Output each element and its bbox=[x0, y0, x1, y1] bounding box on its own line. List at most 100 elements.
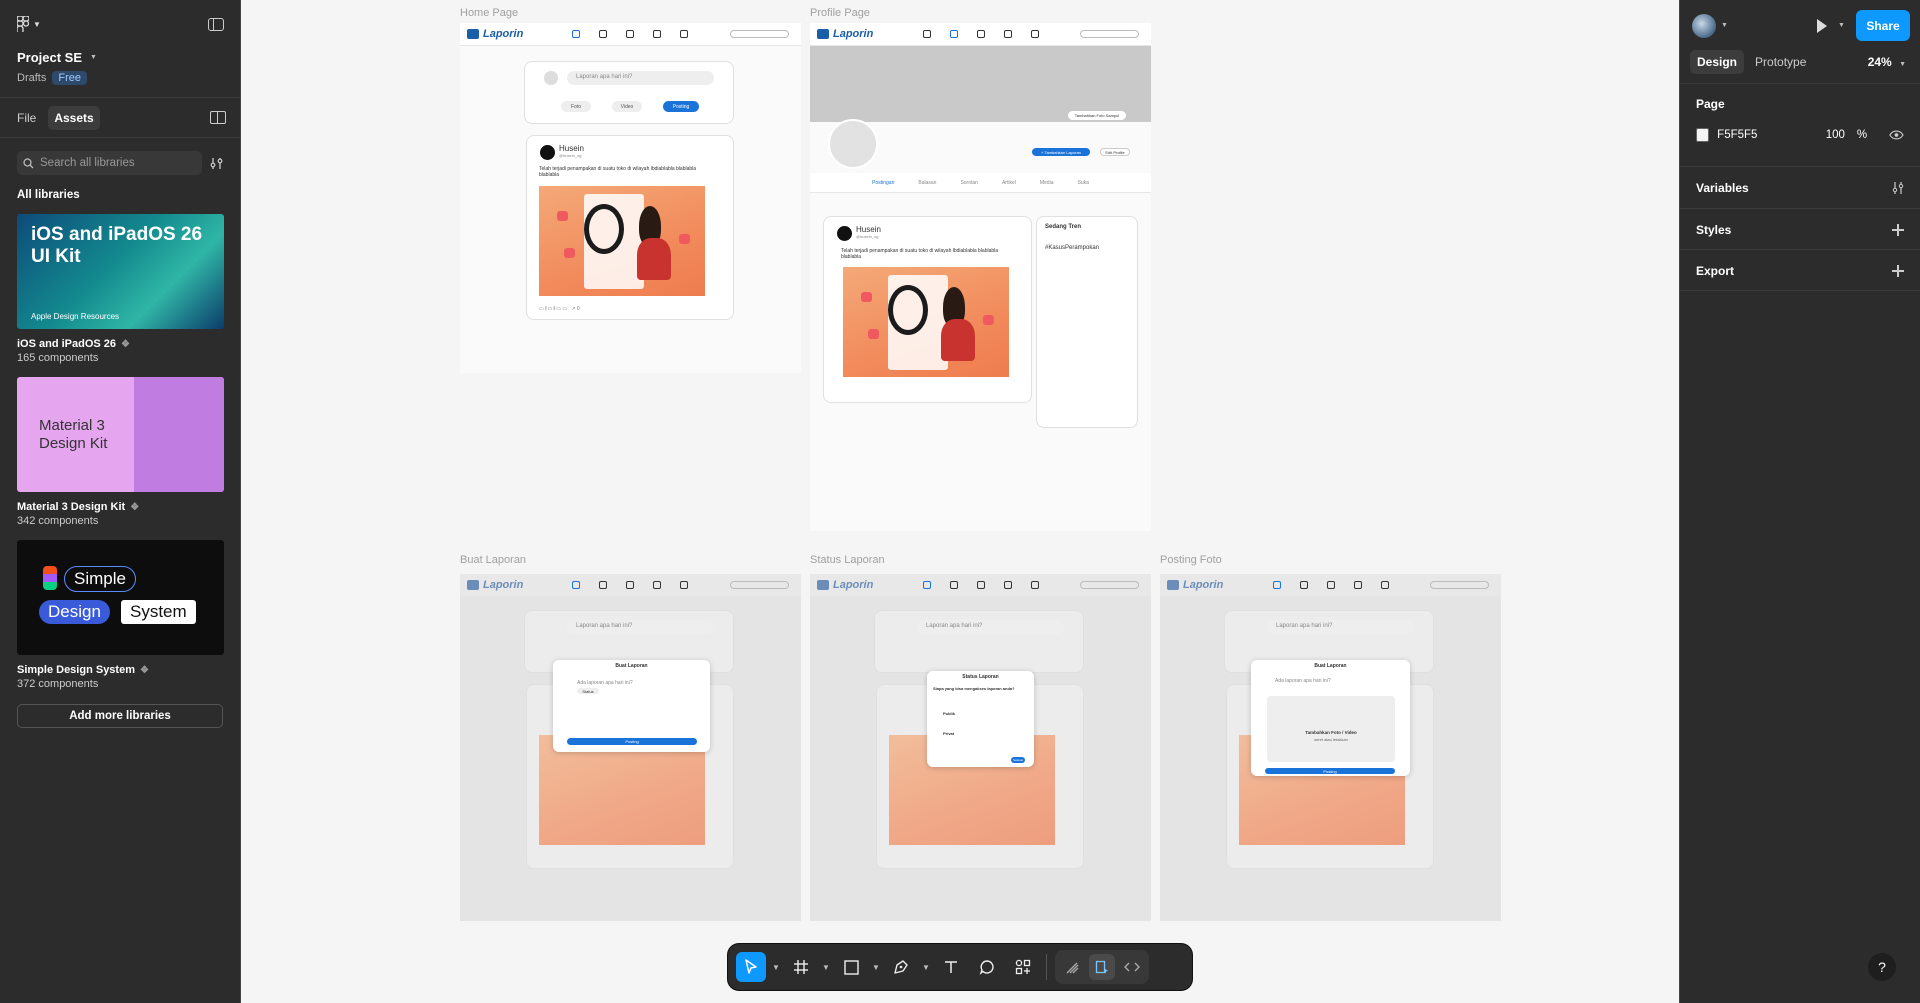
home-icon bbox=[572, 30, 580, 38]
user-avatar[interactable] bbox=[1692, 14, 1716, 38]
tab-prototype[interactable]: Prototype bbox=[1748, 50, 1813, 74]
frame-label-buat-laporan[interactable]: Buat Laporan bbox=[460, 554, 526, 566]
profile-tab: Artikel bbox=[1001, 180, 1016, 186]
pen-icon bbox=[894, 960, 908, 974]
thumbnail-subtitle: Apple Design Resources bbox=[31, 312, 120, 321]
search-icon bbox=[23, 157, 34, 168]
upload-drop-zone: Tambahkan Foto / Video seret atau letakk… bbox=[1267, 696, 1395, 762]
status-question: Siapa yang bisa mengakses laporan anda? bbox=[933, 686, 1015, 691]
actions-tool-button[interactable] bbox=[1008, 952, 1038, 982]
present-play-icon[interactable] bbox=[1817, 19, 1827, 33]
frame-buat-laporan[interactable]: Laporin Laporan apa hari ini? Buat Lapor… bbox=[460, 574, 801, 921]
variables-section[interactable]: Variables bbox=[1680, 167, 1920, 209]
library-search-input[interactable] bbox=[40, 157, 190, 169]
comment-tool-button[interactable] bbox=[972, 952, 1002, 982]
page-color-hex[interactable]: F5F5F5 bbox=[1717, 129, 1818, 141]
export-section[interactable]: Export bbox=[1680, 250, 1920, 291]
library-name-text: Material 3 Design Kit bbox=[17, 501, 126, 513]
chevron-down-icon[interactable]: ▼ bbox=[772, 963, 780, 972]
page-color-swatch[interactable] bbox=[1696, 128, 1710, 142]
frame-label-posting-foto[interactable]: Posting Foto bbox=[1160, 554, 1222, 566]
tab-assets[interactable]: Assets bbox=[48, 105, 100, 130]
mock-navbar: Laporin bbox=[460, 23, 801, 46]
frame-profile-page[interactable]: Laporin Tambahkan Foto Sampul + Tambahka… bbox=[810, 23, 1151, 531]
add-more-libraries-button[interactable]: Add more libraries bbox=[17, 704, 223, 728]
frame-label-home[interactable]: Home Page bbox=[460, 7, 518, 19]
project-title[interactable]: Project SE ▼ bbox=[17, 50, 97, 65]
zoom-level[interactable]: 24% ▼ bbox=[1868, 55, 1906, 69]
mock-logo: Laporin bbox=[817, 579, 873, 591]
draw-mode-button[interactable] bbox=[1059, 954, 1085, 980]
mock-navbar: Laporin bbox=[810, 23, 1151, 46]
dev-mode-button[interactable] bbox=[1119, 954, 1145, 980]
mock-input: Laporan apa hari ini? bbox=[567, 620, 714, 634]
mock-post-text: Telah terjadi penampakan di suatu toko d… bbox=[539, 166, 697, 178]
design-mode-icon bbox=[1095, 960, 1108, 974]
library-card-simple[interactable]: Simple Design System Simple Design Syste… bbox=[17, 540, 224, 690]
cursor-icon bbox=[745, 959, 757, 974]
library-thumbnail: Simple Design System bbox=[17, 540, 224, 655]
chevron-down-icon: ▼ bbox=[90, 54, 97, 61]
modal-posting-button: Posting bbox=[567, 738, 697, 745]
mock-post-photo bbox=[843, 267, 1009, 377]
chevron-down-icon[interactable]: ▼ bbox=[822, 963, 830, 972]
design-mode-button[interactable] bbox=[1089, 954, 1115, 980]
filter-icon[interactable] bbox=[210, 157, 223, 170]
text-tool-button[interactable] bbox=[936, 952, 966, 982]
chevron-down-icon[interactable]: ▼ bbox=[1838, 22, 1845, 29]
move-tool-button[interactable] bbox=[736, 952, 766, 982]
bell-icon bbox=[626, 581, 634, 589]
profile-icon bbox=[950, 30, 958, 38]
frame-posting-foto[interactable]: Laporin Laporan apa hari ini? Buat Lapor… bbox=[1160, 574, 1501, 921]
shape-tool-button[interactable] bbox=[836, 952, 866, 982]
mock-trending-card: Sedang Tren #KasusPerampokan bbox=[1036, 216, 1138, 428]
draw-mode-icon bbox=[1066, 962, 1078, 973]
component-count: 165 components bbox=[17, 352, 99, 364]
share-button[interactable]: Share bbox=[1856, 10, 1910, 41]
frame-label-profile[interactable]: Profile Page bbox=[810, 7, 870, 19]
mock-nav-icons bbox=[923, 581, 1039, 589]
variables-adjust-icon[interactable] bbox=[1892, 182, 1904, 194]
mock-navbar: Laporin bbox=[460, 574, 801, 597]
search-icon bbox=[1004, 30, 1012, 38]
file-header: ▼ Project SE ▼ Drafts Free bbox=[0, 0, 240, 98]
mock-nav-icons bbox=[572, 581, 688, 589]
pen-tool-button[interactable] bbox=[886, 952, 916, 982]
styles-section[interactable]: Styles bbox=[1680, 209, 1920, 250]
help-button[interactable]: ? bbox=[1868, 953, 1896, 981]
mock-search bbox=[730, 30, 789, 38]
mock-logo-text: Laporin bbox=[483, 28, 524, 40]
frame-tool-button[interactable] bbox=[786, 952, 816, 982]
library-card-material[interactable]: Material 3 Design Kit Material 3 Design … bbox=[17, 377, 224, 527]
heart-sticker bbox=[868, 329, 879, 339]
profile-tab: Sorotan bbox=[960, 180, 978, 186]
search-icon bbox=[653, 30, 661, 38]
chevron-down-icon[interactable]: ▼ bbox=[1721, 22, 1728, 29]
page-opacity[interactable]: 100 bbox=[1826, 129, 1845, 141]
mock-handle: @husein_ug bbox=[856, 234, 879, 239]
variables-heading: Variables bbox=[1696, 181, 1749, 195]
heart-sticker bbox=[557, 211, 568, 221]
mock-logo: Laporin bbox=[467, 579, 523, 591]
add-style-icon[interactable] bbox=[1892, 224, 1904, 236]
library-book-icon[interactable] bbox=[210, 111, 226, 124]
add-export-icon[interactable] bbox=[1892, 265, 1904, 277]
export-heading: Export bbox=[1696, 264, 1735, 278]
frame-status-laporan[interactable]: Laporin Laporan apa hari ini? Status Lap… bbox=[810, 574, 1151, 921]
drafts-link[interactable]: Drafts bbox=[17, 72, 46, 84]
library-name-text: Simple Design System bbox=[17, 664, 135, 676]
library-card-ios[interactable]: iOS and iPadOS 26 UI Kit Apple Design Re… bbox=[17, 214, 224, 364]
tab-file[interactable]: File bbox=[11, 106, 42, 130]
mock-status-modal: Status Laporan Siapa yang bisa mengakses… bbox=[927, 671, 1034, 767]
percent-sign: % bbox=[1856, 129, 1868, 141]
person-shirt bbox=[941, 319, 975, 361]
frame-home-page[interactable]: Laporin Laporan apa hari ini? Foto Video… bbox=[460, 23, 801, 373]
chevron-down-icon[interactable]: ▼ bbox=[922, 963, 930, 972]
upload-label: Tambahkan Foto / Video bbox=[1305, 730, 1357, 735]
toggle-sidebar-icon[interactable] bbox=[208, 18, 224, 31]
tab-design[interactable]: Design bbox=[1690, 50, 1745, 74]
frame-label-status-laporan[interactable]: Status Laporan bbox=[810, 554, 885, 566]
eye-icon[interactable] bbox=[1889, 130, 1904, 140]
chevron-down-icon[interactable]: ▼ bbox=[872, 963, 880, 972]
main-menu-button[interactable]: ▼ bbox=[17, 16, 41, 32]
